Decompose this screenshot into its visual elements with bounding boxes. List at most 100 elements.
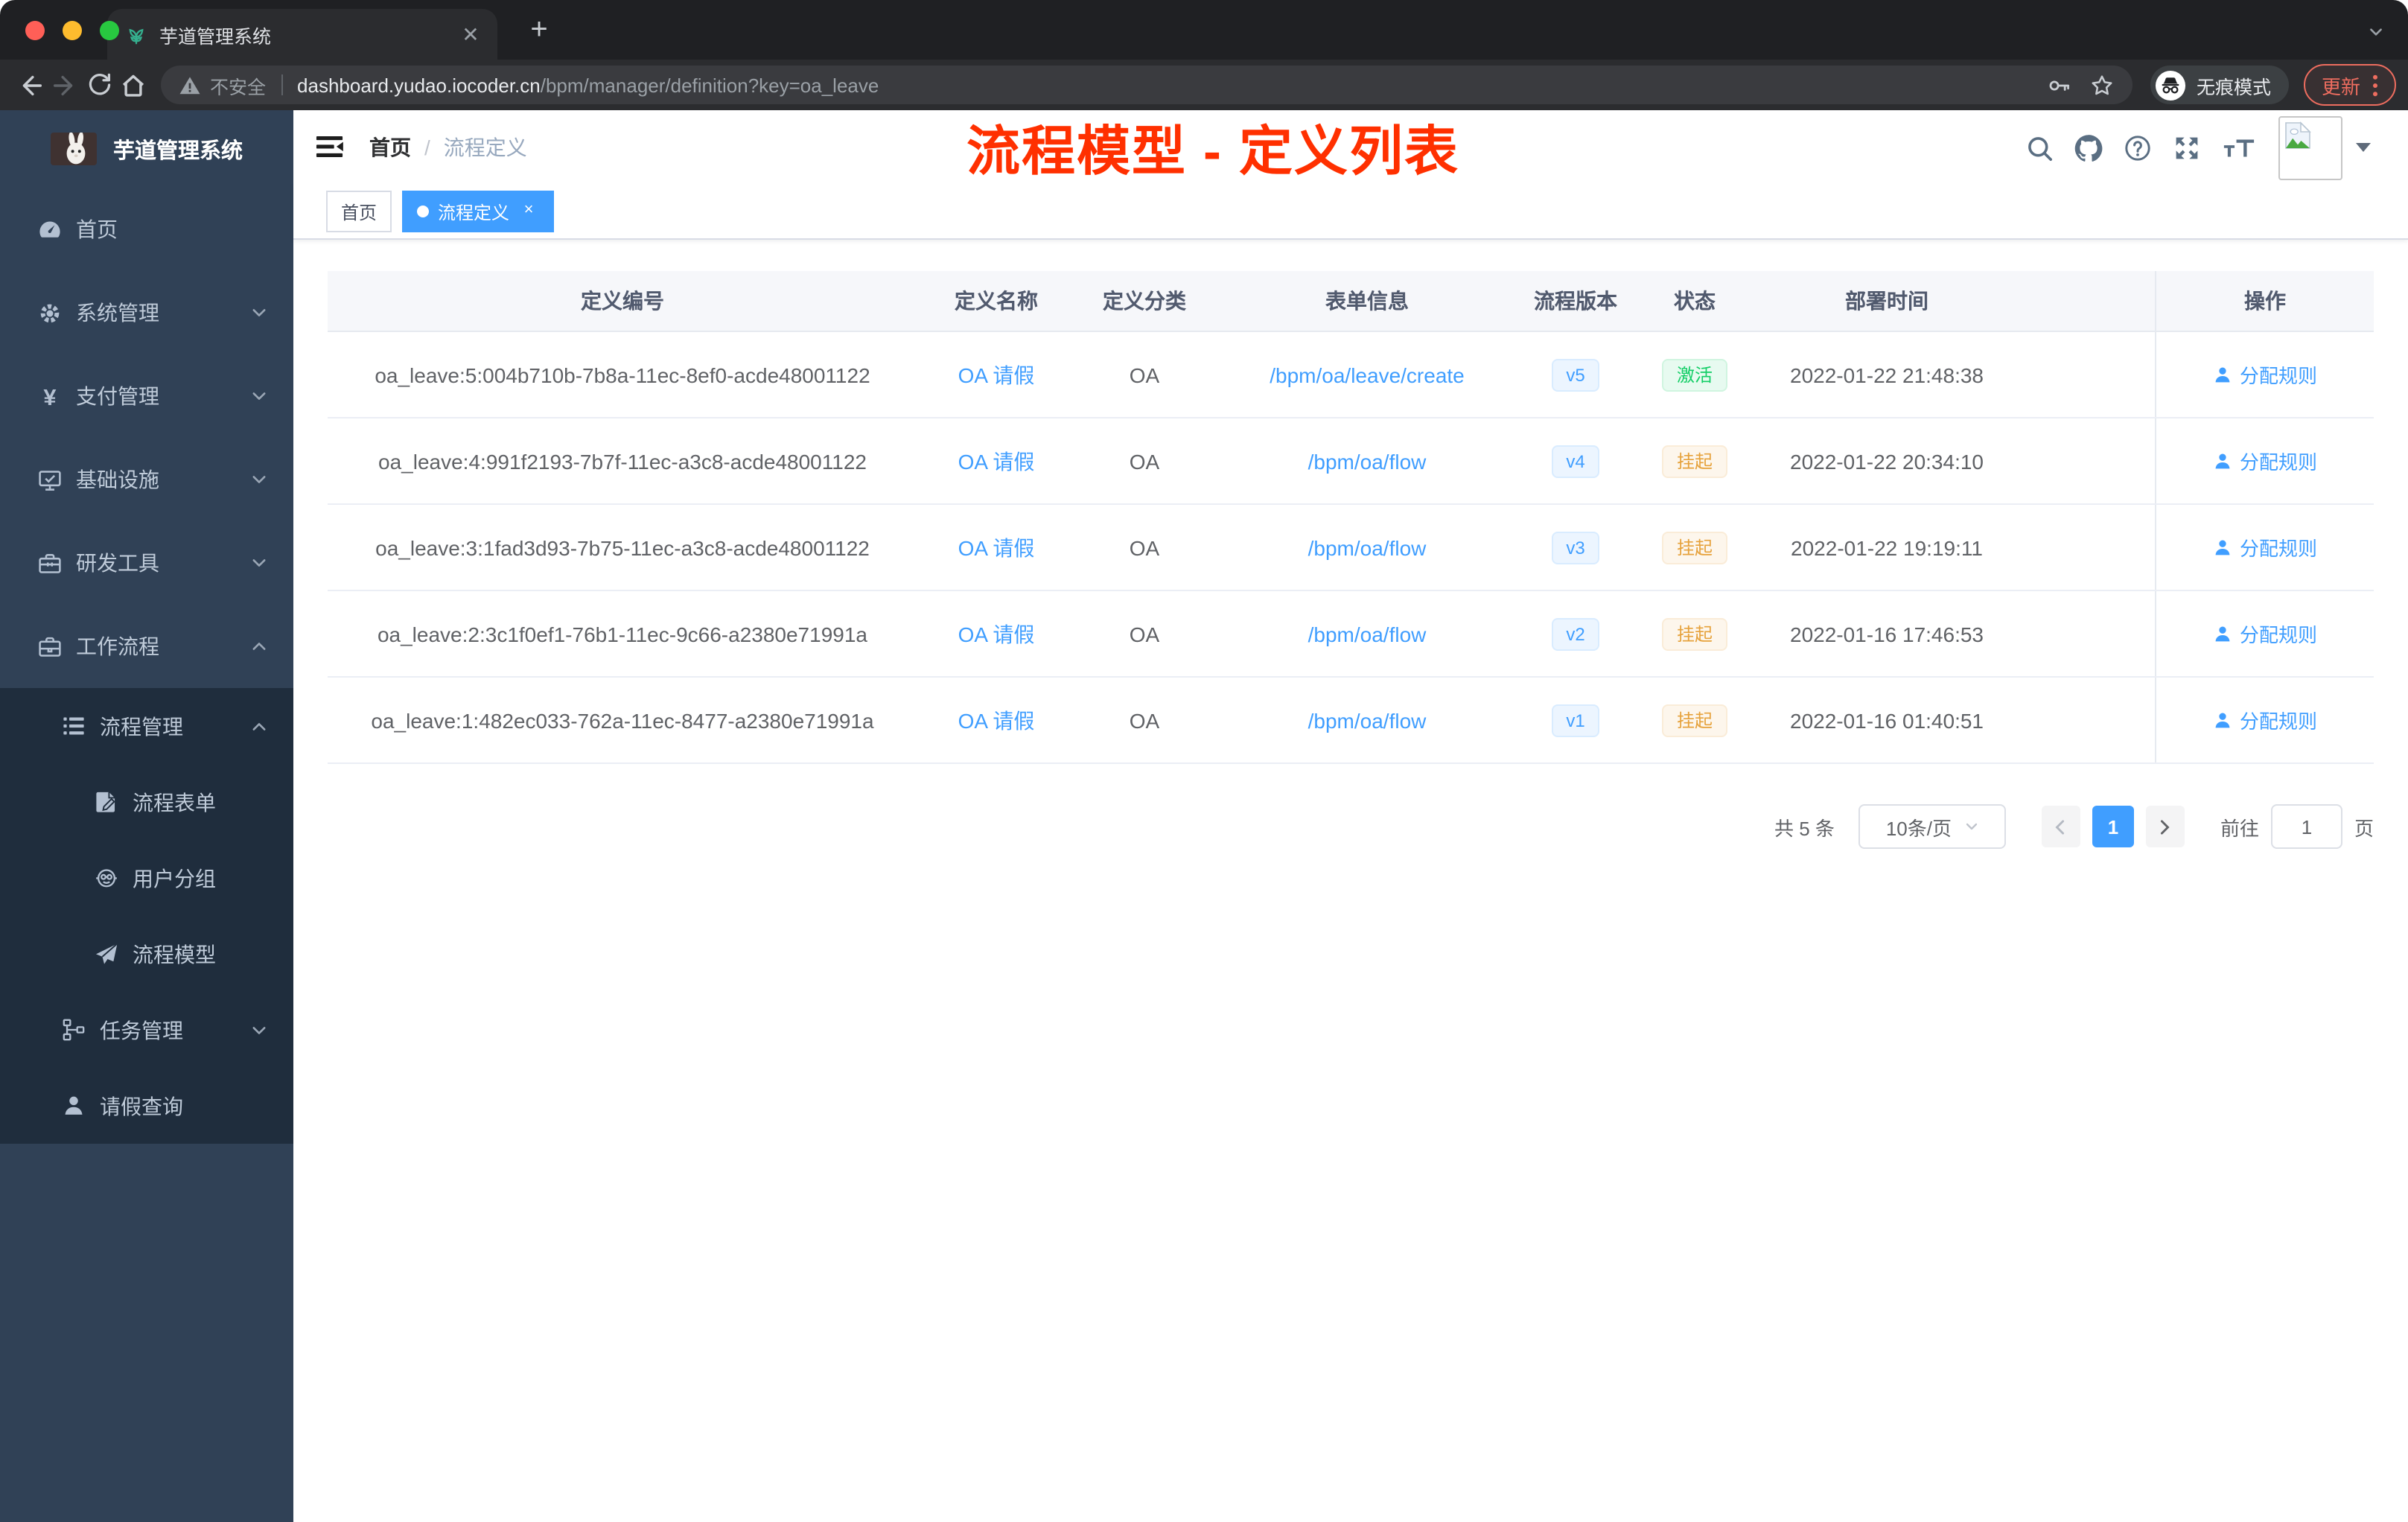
sidebar-item-system[interactable]: 系统管理 (0, 271, 293, 354)
definition-category: OA (1129, 535, 1160, 559)
list-icon (61, 713, 86, 739)
sidebar-menu: 首页系统管理 ¥ 支付管理 基础设施 研发工具 工作流程 流程管理 流程表单 用户分组 流程模型任… (0, 188, 293, 1144)
hamburger-fold-icon[interactable] (316, 134, 344, 161)
close-window-button[interactable] (25, 21, 45, 40)
goto-page-input[interactable] (2270, 804, 2342, 849)
sidebar-item-process-mgmt[interactable]: 流程管理 (0, 688, 293, 764)
plant-icon (125, 23, 147, 45)
tab-close-icon[interactable]: ✕ (459, 22, 482, 47)
warning-icon (179, 74, 201, 96)
app-logo-row[interactable]: 芋道管理系统 (0, 110, 293, 188)
breadcrumb-home[interactable]: 首页 (369, 133, 411, 162)
tab-search-chevron-icon[interactable] (2368, 24, 2384, 40)
sidebar-item-label: 首页 (76, 217, 118, 241)
definition-name-link[interactable]: OA 请假 (958, 363, 1035, 386)
browser-update-button[interactable]: 更新 (2303, 64, 2396, 106)
kebab-menu-icon[interactable] (2372, 74, 2378, 96)
page-size-select[interactable]: 10条/页 (1858, 804, 2006, 849)
broken-image-icon (2285, 121, 2311, 148)
assign-rule-link[interactable]: 分配规则 (2213, 533, 2317, 561)
fullscreen-icon[interactable] (2173, 133, 2201, 162)
goto-suffix: 页 (2354, 817, 2374, 839)
sidebar-item-infra[interactable]: 基础设施 (0, 438, 293, 521)
github-icon[interactable] (2074, 133, 2103, 162)
tag-流程定义[interactable]: 流程定义 × (402, 191, 555, 232)
assign-rule-link[interactable]: 分配规则 (2213, 447, 2317, 475)
new-tab-button[interactable]: + (518, 9, 560, 51)
prev-page-button[interactable] (2041, 806, 2080, 847)
col-actions: 操作 (2155, 271, 2374, 331)
tree-icon (61, 1017, 86, 1042)
definition-name-link[interactable]: OA 请假 (958, 535, 1035, 559)
sidebar-item-payment[interactable]: ¥ 支付管理 (0, 354, 293, 438)
sidebar-item-process-form[interactable]: 流程表单 (0, 764, 293, 840)
avatar[interactable] (2278, 115, 2342, 179)
sidebar-item-leave-query[interactable]: 请假查询 (0, 1068, 293, 1144)
form-info-link[interactable]: /bpm/oa/flow (1308, 708, 1427, 732)
paper-plane-icon (94, 941, 119, 967)
user-icon (2213, 624, 2232, 643)
help-icon[interactable] (2124, 133, 2152, 162)
form-info-link[interactable]: /bpm/oa/flow (1308, 535, 1427, 559)
definition-category: OA (1129, 449, 1160, 473)
table-row: oa_leave:5:004b710b-7b8a-11ec-8ef0-acde4… (328, 332, 2374, 418)
deploy-time: 2022-01-22 21:48:38 (1790, 363, 1984, 386)
pagination-total: 共 5 条 (1774, 817, 1835, 839)
definition-name-link[interactable]: OA 请假 (958, 449, 1035, 473)
search-icon[interactable] (2025, 133, 2054, 162)
browser-tab[interactable]: 芋道管理系统 ✕ (107, 9, 497, 60)
definition-category: OA (1129, 363, 1160, 386)
bookmark-star-icon[interactable] (2089, 72, 2115, 98)
navbar-icons (2004, 115, 2408, 179)
home-icon[interactable] (118, 69, 149, 101)
chevron-down-icon (250, 1021, 268, 1039)
version-tag: v5 (1551, 358, 1600, 391)
minimize-window-button[interactable] (63, 21, 82, 40)
svg-text:¥: ¥ (43, 383, 56, 409)
tag-首页[interactable]: 首页 (326, 191, 392, 232)
chevron-down-icon (250, 387, 268, 405)
address-bar[interactable]: 不安全 dashboard.yudao.iocoder.cn/bpm/manag… (161, 66, 2133, 104)
version-tag: v2 (1551, 617, 1600, 650)
forward-icon[interactable] (49, 69, 80, 101)
sidebar-item-user-group[interactable]: 用户分组 (0, 840, 293, 916)
navbar: 首页 / 流程定义 流程模型 - 定义列表 (293, 110, 2408, 185)
deploy-time: 2022-01-22 20:34:10 (1790, 449, 1984, 473)
page-number-button[interactable]: 1 (2092, 806, 2134, 847)
definition-name-link[interactable]: OA 请假 (958, 622, 1035, 646)
form-icon (94, 789, 119, 815)
definition-id: oa_leave:2:3c1f0ef1-76b1-11ec-9c66-a2380… (377, 622, 867, 646)
divider (281, 74, 283, 95)
form-info-link[interactable]: /bpm/oa/flow (1308, 622, 1427, 646)
back-icon[interactable] (15, 69, 46, 101)
form-info-link[interactable]: /bpm/oa/leave/create (1270, 363, 1465, 386)
sidebar-item-process-model[interactable]: 流程模型 (0, 916, 293, 992)
next-page-button[interactable] (2145, 806, 2185, 847)
assign-rule-link[interactable]: 分配规则 (2213, 706, 2317, 734)
col-status: 状态 (1674, 289, 1716, 313)
sidebar-item-workflow[interactable]: 工作流程 (0, 605, 293, 688)
sidebar-item-devtools[interactable]: 研发工具 (0, 521, 293, 605)
zoom-window-button[interactable] (100, 21, 119, 40)
chevron-down-icon (250, 554, 268, 572)
assign-rule-link[interactable]: 分配规则 (2213, 360, 2317, 389)
table-row: oa_leave:1:482ec033-762a-11ec-8477-a2380… (328, 678, 2374, 764)
yen-icon: ¥ (37, 383, 63, 409)
table-row: oa_leave:2:3c1f0ef1-76b1-11ec-9c66-a2380… (328, 591, 2374, 678)
tag-close-icon[interactable]: × (518, 201, 539, 222)
sidebar-item-home[interactable]: 首页 (0, 188, 293, 271)
caret-down-icon[interactable] (2356, 143, 2371, 152)
font-size-icon[interactable] (2222, 133, 2256, 162)
url-text: dashboard.yudao.iocoder.cn/bpm/manager/d… (297, 74, 879, 96)
version-tag: v1 (1551, 704, 1600, 736)
key-icon[interactable] (2046, 72, 2071, 98)
form-info-link[interactable]: /bpm/oa/flow (1308, 449, 1427, 473)
sidebar-item-task-mgmt[interactable]: 任务管理 (0, 992, 293, 1068)
reload-icon[interactable] (83, 69, 115, 101)
definition-name-link[interactable]: OA 请假 (958, 708, 1035, 732)
content: 定义编号 定义名称 定义分类 表单信息 流程版本 状态 部署时间 操作 oa_leave:5:0… (293, 240, 2408, 1522)
dashboard-icon (37, 217, 63, 242)
definition-id: oa_leave:3:1fad3d93-7b75-11ec-a3c8-acde4… (375, 535, 870, 559)
breadcrumb-separator: / (424, 136, 430, 159)
assign-rule-link[interactable]: 分配规则 (2213, 620, 2317, 648)
